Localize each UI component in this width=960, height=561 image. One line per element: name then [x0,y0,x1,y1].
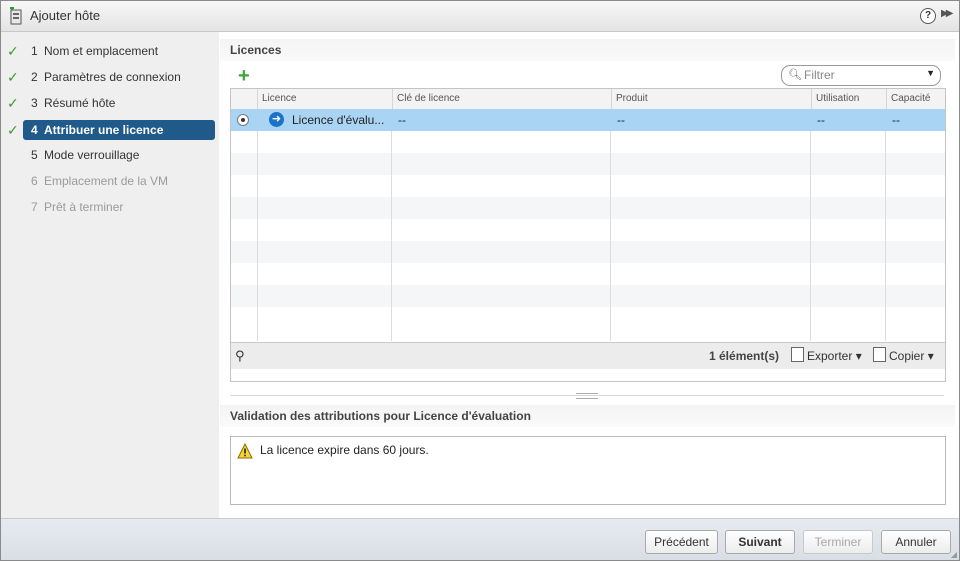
cell-usage: -- [817,113,825,127]
help-icon[interactable]: ? [920,8,936,24]
cancel-button[interactable]: Annuler [881,530,951,554]
cell-key: -- [398,113,406,127]
table-row-empty [231,175,945,197]
binoculars-icon[interactable]: ⚲ [235,348,245,364]
step-number: 3 [31,96,38,110]
check-icon: ✓ [7,95,19,111]
step-label: Prêt à terminer [44,200,124,214]
expand-icon[interactable]: ▶▶ [941,8,954,19]
step-label: Nom et emplacement [44,44,159,58]
step-3[interactable]: ✓ 3 Résumé hôte [7,93,215,113]
filter-input[interactable]: 🔍︎ Filtrer ▼ [781,65,941,86]
check-icon: ✓ [7,69,19,85]
copy-label: Copier [889,349,925,363]
host-add-icon [10,7,22,25]
column-divider [885,109,886,341]
table-footer: ⚲ 1 élément(s) Exporter ▾ Copier ▾ [231,342,945,369]
cell-capacity: -- [892,113,900,127]
export-label: Exporter [807,349,853,363]
step-6: 6 Emplacement de la VM [23,171,215,191]
column-header-capacity[interactable]: Capacité [886,89,945,109]
dialog-footer: Précédent Suivant Terminer Annuler ◢ [1,518,959,560]
column-header-usage[interactable]: Utilisation [811,89,886,109]
resize-grip-icon[interactable]: ◢ [951,550,957,559]
finish-button: Terminer [803,530,873,554]
previous-button[interactable]: Précédent [645,530,718,554]
radio-selected[interactable] [237,114,249,126]
step-1[interactable]: ✓ 1 Nom et emplacement [7,41,215,61]
table-row-empty [231,263,945,285]
main-panel: Licences + 🔍︎ Filtrer ▼ Licence Clé de l… [220,32,959,518]
step-label: Résumé hôte [44,96,116,110]
column-divider [391,109,392,341]
step-7: 7 Prêt à terminer [23,197,215,217]
step-number: 4 [31,123,38,137]
column-divider [257,109,258,341]
column-divider [610,109,611,341]
step-number: 5 [31,148,38,162]
table-row-empty [231,131,945,153]
validation-messages: La licence expire dans 60 jours. [230,436,946,505]
table-row-empty [231,197,945,219]
column-header-licence[interactable]: Licence [257,89,392,109]
step-label: Paramètres de connexion [44,70,181,84]
chevron-down-icon[interactable]: ▼ [926,68,935,78]
warning-message: La licence expire dans 60 jours. [260,443,429,457]
plus-icon[interactable]: + [238,66,250,86]
table-row-empty [231,307,945,329]
step-number: 6 [31,174,38,188]
step-number: 1 [31,44,38,58]
arrow-right-circle-icon: ➜ [269,112,284,127]
validation-header: Validation des attributions pour Licence… [220,405,955,427]
item-count: 1 élément(s) [709,349,780,363]
cell-licence: Licence d'évalu... [292,113,385,127]
step-4[interactable]: ✓ 4 Attribuer une licence [7,120,215,140]
step-number: 2 [31,70,38,84]
add-host-dialog: Ajouter hôte ? ▶▶ ✓ 1 Nom et emplacement… [0,0,960,561]
cell-product: -- [617,113,625,127]
table-header: Licence Clé de licence Produit Utilisati… [231,89,945,110]
column-header-product[interactable]: Produit [611,89,811,109]
step-label: Emplacement de la VM [44,174,169,188]
table-row-empty [231,219,945,241]
check-icon: ✓ [7,122,19,138]
check-icon: ✓ [7,43,19,59]
copy-icon [873,347,886,362]
column-header-select [231,89,257,109]
splitter-handle[interactable] [576,393,598,399]
search-icon: 🔍︎ [788,69,802,81]
table-row-empty [231,241,945,263]
copy-button[interactable]: Copier ▾ [873,347,934,363]
warning-triangle-icon [237,443,253,459]
export-icon [791,347,804,362]
dialog-title: Ajouter hôte [30,8,101,23]
table-row-empty [231,153,945,175]
licences-table: Licence Clé de licence Produit Utilisati… [230,88,946,382]
dialog-titlebar: Ajouter hôte ? ▶▶ [1,1,959,32]
step-5[interactable]: 5 Mode verrouillage [23,145,215,165]
table-row-empty [231,285,945,307]
column-divider [810,109,811,341]
table-row[interactable]: ➜ Licence d'évalu... -- -- -- -- [231,109,945,131]
step-label: Mode verrouillage [44,148,140,162]
column-header-key[interactable]: Clé de licence [392,89,611,109]
filter-placeholder: Filtrer [804,68,835,82]
export-button[interactable]: Exporter ▾ [791,347,862,363]
step-label: Attribuer une licence [44,123,164,137]
step-number: 7 [31,200,38,214]
step-2[interactable]: ✓ 2 Paramètres de connexion [7,67,215,87]
licences-header: Licences [220,39,955,61]
wizard-steps: ✓ 1 Nom et emplacement ✓ 2 Paramètres de… [1,32,219,518]
next-button[interactable]: Suivant [725,530,795,554]
